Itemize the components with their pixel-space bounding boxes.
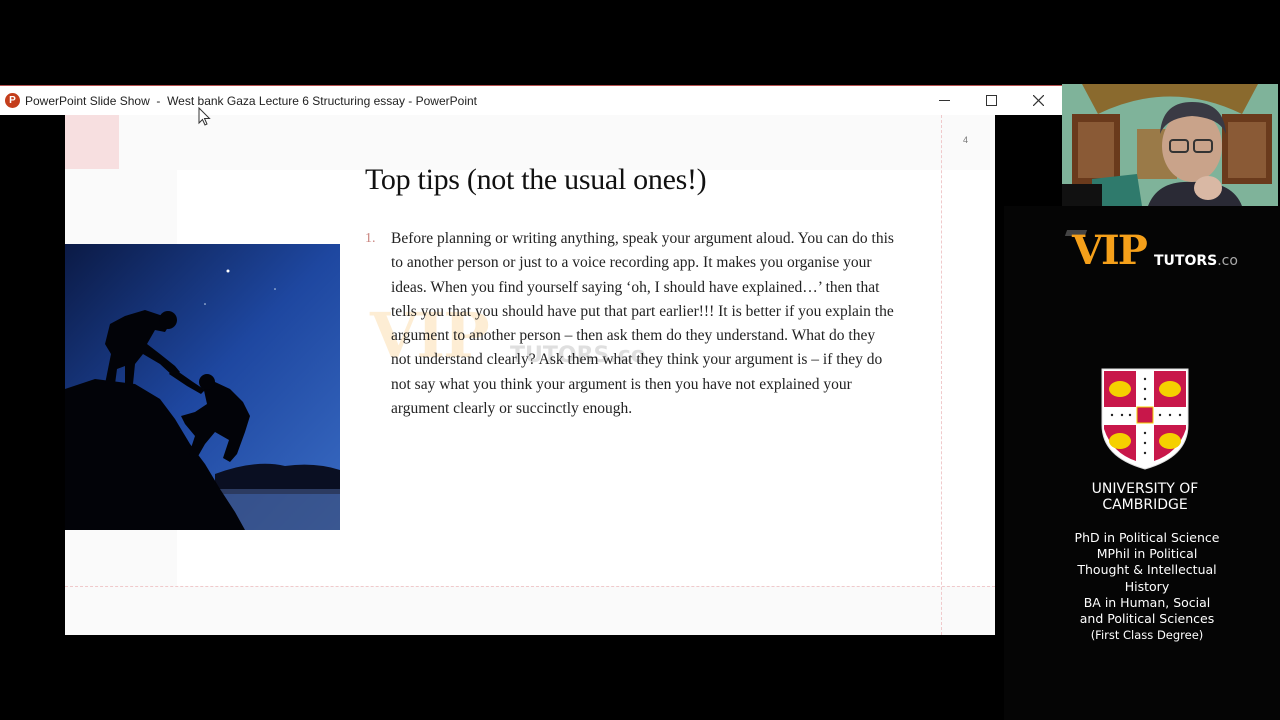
- guide-line: [941, 115, 942, 635]
- logo-tutors-word: TUTORS: [1154, 253, 1218, 269]
- list-number: 1.: [365, 231, 376, 246]
- degree-line: History: [1124, 578, 1170, 594]
- accent-square: [65, 115, 119, 169]
- webcam-feed: [1062, 84, 1278, 206]
- degree-line: Thought & Intellectual: [1077, 562, 1217, 578]
- vip-tutors-logo: VIP TUTORS.co: [1064, 227, 1246, 276]
- slide-footer-band: [65, 586, 995, 635]
- climbers-photo: [65, 244, 340, 530]
- close-button[interactable]: [1015, 86, 1062, 115]
- list-item: 1. Before planning or writing anything, …: [365, 227, 895, 421]
- window-controls: [921, 86, 1062, 115]
- maximize-icon: [986, 95, 997, 106]
- mouse-cursor-icon: [198, 107, 211, 126]
- cambridge-crest-icon: [1101, 368, 1189, 470]
- slide-number: 4: [963, 135, 969, 145]
- minimize-button[interactable]: [921, 86, 968, 115]
- slide-title: Top tips (not the usual ones!): [365, 163, 707, 196]
- tips-list: 1. Before planning or writing anything, …: [365, 227, 895, 421]
- title-bar[interactable]: P PowerPoint Slide Show - West bank Gaza…: [0, 85, 1062, 115]
- university-line-2: CAMBRIDGE: [1102, 497, 1188, 513]
- powerpoint-app-icon: P: [5, 93, 20, 108]
- slide[interactable]: 4 VIP TUTORS.co Top tips (not the usual …: [65, 115, 995, 635]
- degrees-list: PhD in Political Science MPhil in Politi…: [1040, 530, 1254, 643]
- university-name: UNIVERSITY OF CAMBRIDGE: [1054, 481, 1236, 513]
- minimize-icon: [939, 100, 950, 101]
- list-text: Before planning or writing anything, spe…: [391, 230, 894, 418]
- window-title: PowerPoint Slide Show - West bank Gaza L…: [25, 93, 477, 108]
- degree-line: and Political Sciences: [1079, 611, 1215, 627]
- logo-tutors-text: TUTORS.co: [1154, 253, 1238, 269]
- maximize-button[interactable]: [968, 86, 1015, 115]
- degree-note: (First Class Degree): [1090, 628, 1204, 643]
- logo-domain: .co: [1217, 253, 1238, 269]
- logo-vip-text: VIP: [1072, 227, 1148, 274]
- university-line-1: UNIVERSITY OF: [1091, 481, 1199, 497]
- degree-line: MPhil in Political: [1096, 546, 1198, 562]
- degree-line: BA in Human, Social: [1083, 594, 1211, 610]
- close-icon: [1033, 95, 1044, 106]
- degree-line: PhD in Political Science: [1074, 530, 1220, 545]
